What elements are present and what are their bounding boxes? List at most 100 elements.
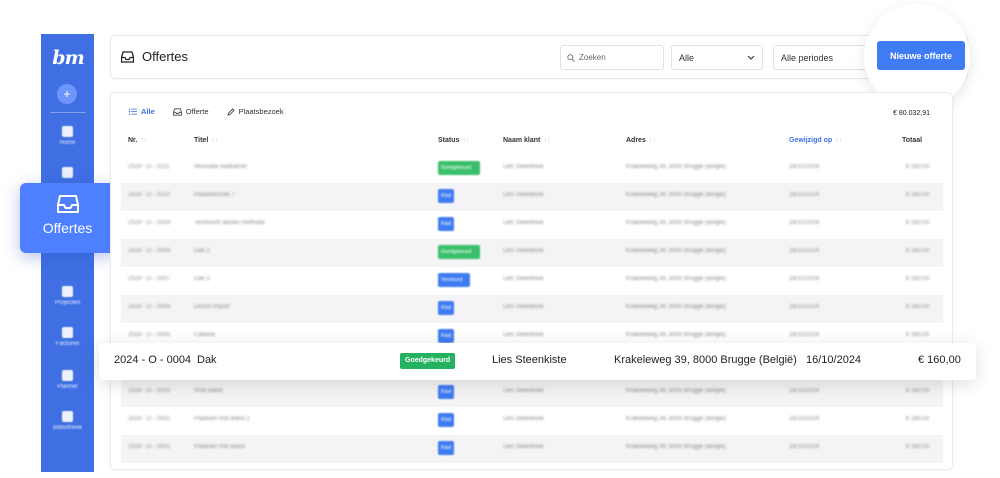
- row-adres: Krakeleweg 39, 8000 Brugge (België): [626, 304, 726, 310]
- row-klant: Lies Steenkiste: [503, 220, 544, 226]
- row-nr: 2024 - O - 0009: [128, 220, 171, 226]
- table-row[interactable]: 2024 - O - 0009 Technisch advies methode L…: [121, 211, 943, 239]
- row-nr: 2024 - O - 0006: [128, 304, 171, 310]
- row-adres: Krakeleweg 39, 8000 Brugge (België): [626, 220, 726, 226]
- tab-offerte[interactable]: Offerte: [172, 107, 209, 116]
- row-klant: Lies Steenkiste: [503, 276, 544, 282]
- total-sum: € 80.032,91: [893, 110, 930, 117]
- status-badge: Goedgekeurd: [400, 353, 456, 369]
- column-header-totaal[interactable]: Totaal: [902, 137, 922, 144]
- row-datum: 16/10/2024: [789, 444, 820, 450]
- list-icon: [129, 108, 137, 115]
- row-nr: 2024 - O - 0002: [128, 416, 171, 422]
- sidebar-item-projects[interactable]: Projecten: [41, 286, 94, 306]
- tab-all[interactable]: Alle: [129, 107, 155, 116]
- table-row[interactable]: 2024 - O - 0008 Dak 2 Lies Steenkiste Krake…: [121, 239, 943, 267]
- row-totaal: € 160,00: [906, 388, 930, 394]
- row-klant: Lies Steenkiste: [503, 388, 544, 394]
- row-datum: 16/10/2024: [789, 220, 820, 226]
- add-button[interactable]: +: [57, 84, 77, 104]
- row-datum: 16/10/2024: [789, 248, 820, 254]
- row-klant: Lies Steenkiste: [503, 164, 544, 170]
- sidebar-item-label: Home: [59, 140, 76, 146]
- status-badge: Klad: [438, 413, 454, 427]
- sidebar-item-label: Facturen: [55, 341, 80, 347]
- row-totaal: € 160,00: [906, 248, 930, 254]
- library-icon: [62, 411, 73, 422]
- row-nr: 2024 - O - 0003: [128, 388, 171, 394]
- row-titel: Plaatsen hsb wand 2: [194, 416, 250, 422]
- sidebar-item-planner[interactable]: Planner: [41, 370, 94, 390]
- row-totaal: € 160,00: [906, 220, 930, 226]
- table-row[interactable]: 2024 - O - 0007 Dak 3 Lies Steenkiste Krake…: [121, 267, 943, 295]
- row-totaal: € 160,00: [906, 164, 930, 170]
- table-row[interactable]: 2024 - O - 0011 renovatie badkamer Lies St…: [121, 155, 943, 183]
- status-badge: Klad: [438, 189, 454, 203]
- row-datum: 16/10/2024: [789, 332, 820, 338]
- table-row[interactable]: 2024 - O - 0001 Plaatsen hsb wand Lies Ste…: [121, 435, 943, 463]
- team-icon: [62, 167, 73, 178]
- row-titel: renovatie badkamer: [194, 164, 248, 170]
- status-filter-value: Alle: [679, 52, 695, 63]
- status-badge: Verstuurd: [438, 273, 470, 287]
- projects-icon: [62, 286, 73, 297]
- table-row[interactable]: 2024 - O - 0002 Plaatsen hsb wand 2 Lies S…: [121, 407, 943, 435]
- inbox-tray-icon: [121, 50, 134, 63]
- status-badge: Klad: [438, 329, 454, 343]
- sidebar-item-library[interactable]: Bibliotheek: [41, 411, 94, 431]
- status-filter-select[interactable]: Alle: [671, 45, 763, 70]
- row-klant: Lies Steenkiste: [503, 304, 544, 310]
- highlighted-table-row[interactable]: 2024 - O - 0004 Dak Goedgekeurd Lies Ste…: [99, 343, 976, 380]
- sidebar-item-team[interactable]: [41, 167, 94, 181]
- sidebar-item-home[interactable]: Home: [41, 126, 94, 146]
- row-klant: Lies Steenkiste: [503, 332, 544, 338]
- row-titel: Dak: [197, 354, 217, 366]
- row-klant: Lies Steenkiste: [503, 416, 544, 422]
- row-klant: Lies Steenkiste: [492, 354, 567, 366]
- row-adres: Krakeleweg 39, 8000 Brugge (België): [626, 276, 726, 282]
- column-header-nr[interactable]: Nr. ↑↓: [128, 137, 147, 144]
- page-title: Offertes: [142, 49, 189, 64]
- sidebar-item-invoices[interactable]: Facturen: [41, 327, 94, 347]
- column-header-adres[interactable]: Adres ↑↓: [626, 137, 656, 144]
- row-adres: Krakeleweg 39, 8000 Brugge (België): [626, 332, 726, 338]
- row-klant: Lies Steenkiste: [503, 444, 544, 450]
- period-filter-select[interactable]: Alle periodes: [773, 45, 867, 70]
- row-nr: 2024 - O - 0007: [128, 276, 171, 282]
- tab-label: Offerte: [185, 107, 209, 116]
- row-nr: 2024 - O - 0004: [114, 354, 192, 366]
- column-header-klant[interactable]: Naam klant ↑↓: [503, 137, 550, 144]
- inbox-tray-icon: [56, 195, 79, 213]
- filter-tabs: Alle Offerte Plaatsbezoek: [129, 107, 284, 116]
- row-titel: Cabasa: [194, 332, 215, 338]
- tab-plaatsbezoek[interactable]: Plaatsbezoek: [226, 107, 284, 116]
- row-klant: Lies Steenkiste: [503, 192, 544, 198]
- sidebar-item-label: Bibliotheek: [52, 425, 83, 431]
- row-nr: 2024 - O - 0005: [128, 332, 171, 338]
- search-input[interactable]: [579, 53, 659, 62]
- row-datum: 16/10/2024: [789, 388, 820, 394]
- table-row[interactable]: 2024 - O - 0003 HSB wand Lies Steenkiste Kr…: [121, 379, 943, 407]
- invoice-icon: [62, 327, 73, 338]
- column-header-status[interactable]: Status ↑↓: [438, 137, 469, 144]
- column-header-titel[interactable]: Titel ↑↓: [194, 137, 218, 144]
- row-titel: HSB wand: [194, 388, 223, 394]
- brand-logo[interactable]: bm: [50, 46, 86, 70]
- page-header: Offertes Alle Alle periodes: [110, 35, 968, 79]
- row-nr: 2024 - O - 0010: [128, 192, 171, 198]
- inbox-tray-icon: [172, 107, 182, 116]
- row-titel: Technisch advies methode: [194, 220, 265, 226]
- app-stage: bm + Home Projecten Facturen Planner Bib…: [0, 0, 1000, 478]
- row-adres: Krakeleweg 39, 8000 Brugge (België): [614, 354, 797, 366]
- search-box[interactable]: [560, 45, 664, 70]
- row-datum: 16/10/2024: [789, 192, 820, 198]
- table-row[interactable]: 2024 - O - 0010 Plaatsbezoek 7 Lies Steenk…: [121, 183, 943, 211]
- calendar-icon: [62, 370, 73, 381]
- row-datum: 16/10/2024: [789, 416, 820, 422]
- table-row[interactable]: 2024 - O - 0006 Deuco import Lies Steenkis…: [121, 295, 943, 323]
- quotes-table-card: Alle Offerte Plaatsbezoek € 80.032,91 Nr…: [110, 92, 953, 470]
- column-header-gewijzigd[interactable]: Gewijzigd op ↑↓: [789, 137, 842, 144]
- new-quote-button[interactable]: Nieuwe offerte: [877, 41, 965, 70]
- sidebar-item-offertes-active[interactable]: Offertes: [20, 183, 115, 253]
- row-titel: Dak 3: [194, 276, 210, 282]
